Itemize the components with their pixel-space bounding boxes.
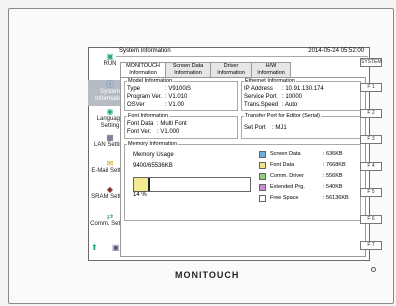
page-title: System Information	[119, 48, 171, 54]
info-panel: Model Information Type : V9100iS Program…	[120, 77, 366, 257]
title-bar: System Information 2014-05-24 05:52:00	[116, 47, 368, 57]
legend-name: Screen Data	[270, 151, 301, 157]
group-title: Ethernet Information	[244, 78, 296, 85]
legend-name: Comm. Driver	[270, 173, 304, 179]
fkey-system[interactable]: SYSTEM	[360, 58, 382, 67]
monitor-icon: ▣	[106, 52, 114, 61]
legend-value: : 556KB	[323, 173, 343, 179]
ip-label: IP Address	[244, 86, 273, 92]
legend-name: Font Data	[270, 162, 295, 168]
speed-value: : Auto	[282, 102, 298, 108]
type-label: Type	[127, 86, 141, 92]
legend-value: : 540KB	[323, 184, 343, 190]
legend-value: : 7668KB	[323, 162, 346, 168]
type-value: : V9100iS	[165, 86, 192, 92]
memory-usage-fill	[134, 178, 151, 191]
legend-swatch	[259, 184, 266, 191]
legend-swatch	[259, 151, 266, 158]
tab-monitouch-information[interactable]: MONITOUCH Information	[120, 62, 166, 78]
group-title: Font Information	[127, 113, 170, 120]
brand-logo: MONITOUCH	[175, 270, 240, 280]
fkey-f1[interactable]: F 1	[360, 83, 382, 92]
tab-hw-information[interactable]: H/W Information	[251, 62, 291, 78]
fkey-f2[interactable]: F 2	[360, 109, 382, 118]
font-info-group: Font Information Font Data : Multi Font …	[124, 113, 238, 139]
set-port-value: : MJ1	[272, 125, 287, 131]
tab-label-line2: Information	[174, 69, 202, 76]
legend-name: Extended Prg.	[270, 184, 305, 190]
program-value: : V1.010	[165, 94, 188, 100]
set-port-label: Set Port	[244, 125, 266, 131]
memory-usage-value: 9400/65536KB	[133, 163, 173, 169]
group-title: Memory Information	[127, 141, 178, 148]
speed-label: Trans.Speed	[244, 102, 279, 108]
fkey-f6[interactable]: F 6	[360, 215, 382, 224]
comm-icon: ⇄	[106, 212, 114, 221]
tab-driver-information[interactable]: Driver Information	[210, 62, 252, 78]
main-area: System Information 2014-05-24 05:52:00 M…	[116, 47, 368, 259]
legend-value: : 636KB	[323, 151, 343, 157]
tab-screen-data-information[interactable]: Screen Data Information	[165, 62, 211, 78]
memory-usage-label: Memory Usage	[133, 152, 174, 158]
tab-label-line2: Information	[257, 69, 285, 76]
fkey-f3[interactable]: F 3	[360, 135, 382, 144]
fkey-f5[interactable]: F 5	[360, 188, 382, 197]
service-port-value: : 10000	[282, 94, 303, 100]
font-ver-label: Font Ver.	[127, 129, 152, 135]
datetime: 2014-05-24 05:52:00	[308, 48, 364, 54]
globe-icon: ◉	[106, 107, 114, 116]
tab-label-line1: MONITOUCH	[126, 63, 160, 69]
font-data-value: : Multi Font	[157, 121, 187, 127]
info-icon: ⓘ	[106, 80, 114, 89]
legend-swatch	[259, 195, 266, 202]
legend-name: Free Space	[270, 195, 299, 201]
lan-icon: ▦	[106, 133, 114, 142]
legend-value: : 56136KB	[323, 195, 349, 201]
scroll-up-icon[interactable]: ⬆	[91, 243, 98, 252]
fkey-f7[interactable]: F 7	[360, 241, 382, 250]
tab-label-line2: Information	[217, 69, 245, 76]
ip-value: : 10.91.130.174	[282, 86, 324, 92]
transfer-port-group: Transfer Port for Editor (Serial) Set Po…	[241, 113, 361, 139]
sidebar-item-label: RUN	[103, 61, 117, 67]
memory-usage-bar	[133, 177, 251, 192]
tab-label-line2: Information	[129, 69, 157, 76]
memory-percent: 14 %	[133, 192, 147, 198]
sram-icon: ◆	[106, 185, 114, 194]
model-info-group: Model Information Type : V9100iS Program…	[124, 78, 238, 111]
group-title: Transfer Port for Editor (Serial)	[244, 113, 321, 120]
ethernet-info-group: Ethernet Information IP Address : 10.91.…	[241, 78, 361, 111]
power-led-icon	[371, 267, 376, 272]
fkey-f4[interactable]: F 4	[360, 162, 382, 171]
service-port-label: Service Port	[244, 94, 277, 100]
font-data-label: Font Data	[127, 121, 154, 127]
legend-swatch	[259, 162, 266, 169]
memory-info-group: Memory Information Memory Usage 9400/655…	[124, 141, 361, 221]
os-value: : V1.00	[165, 102, 185, 108]
legend-swatch	[259, 173, 266, 180]
group-title: Model Information	[127, 78, 174, 85]
font-ver-value: : V1.000	[157, 129, 180, 135]
mail-icon: ✉	[106, 159, 114, 168]
program-label: Program Ver.	[127, 94, 163, 100]
os-label: OSVer	[127, 102, 145, 108]
